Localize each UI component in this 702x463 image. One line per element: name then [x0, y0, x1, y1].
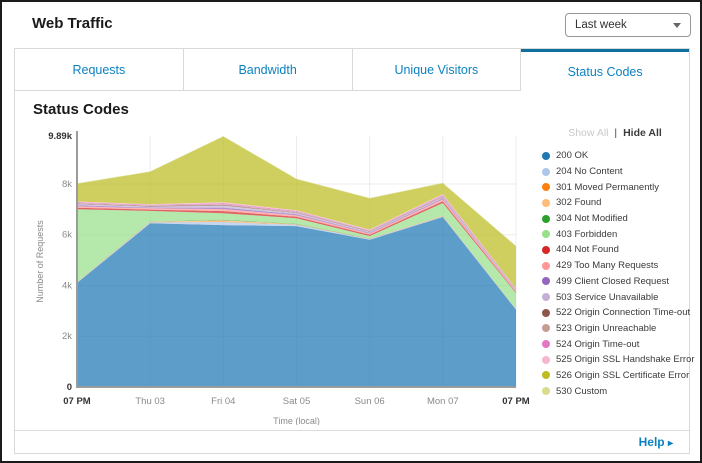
legend-item[interactable]: 526 Origin SSL Certificate Error — [542, 368, 688, 384]
svg-text:0: 0 — [67, 382, 72, 393]
legend-item-label: 304 Not Modified — [556, 213, 628, 224]
tab-requests[interactable]: Requests — [15, 49, 184, 91]
legend-item-label: 499 Client Closed Request — [556, 276, 669, 287]
legend-dot-icon — [542, 340, 550, 348]
legend-header: Show All | Hide All — [542, 127, 688, 139]
help-link[interactable]: Help ▸ — [639, 435, 673, 449]
legend-dot-icon — [542, 356, 550, 364]
legend-item-label: 403 Forbidden — [556, 229, 617, 240]
legend-dot-icon — [542, 293, 550, 301]
tab-bandwidth[interactable]: Bandwidth — [184, 49, 353, 91]
legend-dot-icon — [542, 152, 550, 160]
legend-item-label: 301 Moved Permanently — [556, 182, 659, 193]
svg-text:8k: 8k — [62, 179, 72, 190]
hide-all-link[interactable]: Hide All — [623, 127, 662, 139]
legend-dot-icon — [542, 309, 550, 317]
legend-item[interactable]: 499 Client Closed Request — [542, 274, 688, 290]
svg-text:2k: 2k — [62, 331, 72, 342]
legend-item-label: 404 Not Found — [556, 244, 619, 255]
legend-dot-icon — [542, 277, 550, 285]
legend-item-label: 204 No Content — [556, 166, 623, 177]
legend-item-label: 525 Origin SSL Handshake Error — [556, 354, 695, 365]
svg-text:Sun 06: Sun 06 — [355, 396, 385, 407]
legend-item-label: 523 Origin Unreachable — [556, 323, 656, 334]
legend-item[interactable]: 301 Moved Permanently — [542, 179, 688, 195]
legend-item[interactable]: 429 Too Many Requests — [542, 258, 688, 274]
show-all-link[interactable]: Show All — [568, 127, 608, 139]
legend-dot-icon — [542, 324, 550, 332]
web-traffic-panel: Web Traffic Last week RequestsBandwidthU… — [0, 0, 702, 463]
legend-dot-icon — [542, 199, 550, 207]
svg-text:9.89k: 9.89k — [48, 131, 72, 142]
legend-item[interactable]: 403 Forbidden — [542, 226, 688, 242]
legend-item-label: 200 OK — [556, 150, 588, 161]
footer-bar: Help ▸ — [15, 430, 689, 453]
help-label: Help — [639, 435, 665, 449]
traffic-card: RequestsBandwidthUnique VisitorsStatus C… — [14, 48, 690, 454]
legend-item[interactable]: 200 OK — [542, 148, 688, 164]
legend-item[interactable]: 530 Custom — [542, 383, 688, 399]
legend-item-label: 526 Origin SSL Certificate Error — [556, 370, 689, 381]
legend-item[interactable]: 522 Origin Connection Time-out — [542, 305, 688, 321]
svg-text:07 PM: 07 PM — [63, 396, 91, 407]
legend-item[interactable]: 503 Service Unavailable — [542, 289, 688, 305]
tab-unique-visitors[interactable]: Unique Visitors — [353, 49, 522, 91]
panel-title: Status Codes — [33, 101, 129, 118]
legend-item-label: 522 Origin Connection Time-out — [556, 307, 690, 318]
help-arrow-icon: ▸ — [668, 438, 673, 449]
period-dropdown-value: Last week — [575, 19, 627, 31]
legend-item-label: 503 Service Unavailable — [556, 292, 658, 303]
legend-item[interactable]: 304 Not Modified — [542, 211, 688, 227]
period-dropdown[interactable]: Last week — [565, 13, 691, 37]
area-200 — [77, 217, 516, 387]
legend-item[interactable]: 523 Origin Unreachable — [542, 321, 688, 337]
chevron-down-icon — [673, 23, 681, 28]
legend-items: 200 OK 204 No Content 301 Moved Permanentl… — [542, 148, 688, 399]
legend-dot-icon — [542, 246, 550, 254]
legend-dot-icon — [542, 183, 550, 191]
svg-text:6k: 6k — [62, 230, 72, 241]
legend-separator: | — [614, 127, 617, 139]
legend-item-label: 524 Origin Time-out — [556, 339, 639, 350]
legend-item[interactable]: 525 Origin SSL Handshake Error — [542, 352, 688, 368]
page-title: Web Traffic — [32, 15, 113, 32]
legend-item[interactable]: 404 Not Found — [542, 242, 688, 258]
legend-dot-icon — [542, 230, 550, 238]
legend-dot-icon — [542, 168, 550, 176]
svg-text:Time (local): Time (local) — [273, 416, 320, 425]
svg-text:07 PM: 07 PM — [502, 396, 530, 407]
status-codes-chart[interactable]: 0 2k 4k 6k 8k 9.89k 07 PM Thu 03 Fri 04 Sat 05 Sun… — [23, 125, 538, 425]
legend-item[interactable]: 302 Found — [542, 195, 688, 211]
tab-status-codes[interactable]: Status Codes — [521, 49, 689, 91]
legend-item-label: 530 Custom — [556, 386, 607, 397]
svg-text:Thu 03: Thu 03 — [135, 396, 165, 407]
legend-item[interactable]: 524 Origin Time-out — [542, 336, 688, 352]
legend-dot-icon — [542, 387, 550, 395]
legend-item-label: 302 Found — [556, 197, 601, 208]
tab-bar: RequestsBandwidthUnique VisitorsStatus C… — [15, 49, 689, 91]
legend-dot-icon — [542, 371, 550, 379]
legend-dot-icon — [542, 215, 550, 223]
legend-dot-icon — [542, 262, 550, 270]
svg-text:Sat 05: Sat 05 — [283, 396, 310, 407]
svg-text:Mon 07: Mon 07 — [427, 396, 459, 407]
svg-text:4k: 4k — [62, 280, 72, 291]
legend-item-label: 429 Too Many Requests — [556, 260, 658, 271]
legend-panel: Show All | Hide All 200 OK 204 No Content… — [542, 127, 688, 399]
legend-item[interactable]: 204 No Content — [542, 164, 688, 180]
svg-text:Fri 04: Fri 04 — [211, 396, 235, 407]
svg-text:Number of Requests: Number of Requests — [35, 220, 45, 303]
